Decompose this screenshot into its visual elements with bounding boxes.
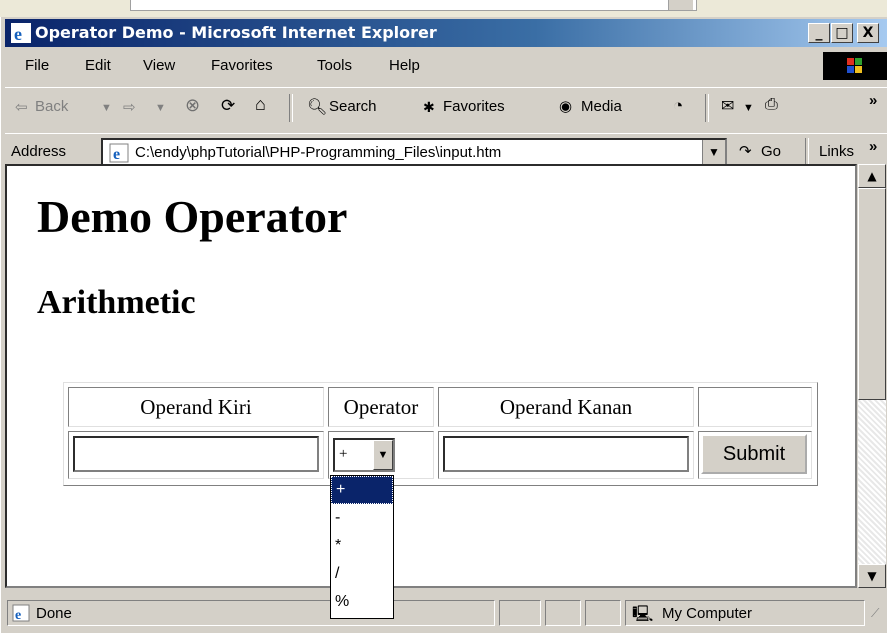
operator-option-multiply[interactable]: * — [331, 532, 393, 560]
mail-dropdown-icon: ▼ — [743, 102, 754, 114]
menu-bar: File Edit View Favorites Tools Help — [5, 51, 887, 81]
address-label: Address — [11, 143, 67, 160]
operator-form-table: Operand Kiri Operator Operand Kanan + ▼ … — [63, 382, 818, 486]
operator-option-divide[interactable]: / — [331, 560, 393, 588]
computer-icon: 🖳 — [632, 606, 654, 623]
operator-option-plus[interactable]: + — [331, 476, 393, 504]
forward-dropdown-icon: ▼ — [155, 102, 166, 114]
search-icon: 🔍︎ — [307, 99, 328, 116]
page-subheading: Arithmetic — [37, 284, 196, 321]
cell-operand-kanan — [438, 431, 694, 479]
background-window-field — [130, 0, 697, 11]
cell-submit: Submit — [698, 431, 812, 479]
menu-view[interactable]: View — [143, 57, 175, 74]
forward-button-icon[interactable]: ⇨ — [123, 98, 136, 116]
address-dropdown-icon[interactable]: ▼ — [702, 140, 725, 164]
maximize-button[interactable]: □ — [831, 23, 853, 43]
svg-text:e: e — [113, 146, 120, 163]
close-button[interactable]: X — [857, 23, 879, 43]
menu-tools[interactable]: Tools — [317, 57, 352, 74]
go-arrow-icon: ↷ — [739, 143, 752, 160]
back-dropdown-icon: ▼ — [101, 102, 112, 114]
menu-edit[interactable]: Edit — [85, 57, 111, 74]
favorites-icon: ✱ — [423, 99, 435, 115]
search-button[interactable]: Search — [329, 98, 377, 115]
scroll-thumb[interactable] — [858, 188, 886, 400]
links-chevron[interactable]: » — [869, 138, 877, 155]
operator-selected-value: + — [339, 446, 348, 462]
status-bar: e Done 🖳 My Computer ⟋ — [5, 598, 887, 630]
cell-operator: + ▼ — [328, 431, 434, 479]
submit-button[interactable]: Submit — [701, 434, 807, 474]
toolbar-separator — [805, 138, 809, 166]
status-zone: My Computer — [662, 605, 753, 622]
home-icon[interactable]: ⌂ — [255, 94, 266, 115]
operator-option-minus[interactable]: - — [331, 504, 393, 532]
window-title: Operator Demo - Microsoft Internet Explo… — [35, 23, 437, 42]
refresh-icon[interactable]: ⟳ — [221, 96, 235, 116]
media-button[interactable]: Media — [581, 98, 622, 115]
header-operator: Operator — [328, 387, 434, 427]
page-icon: e — [109, 143, 129, 163]
title-bar[interactable]: e Operator Demo - Microsoft Internet Exp… — [5, 19, 887, 47]
header-empty — [698, 387, 812, 427]
svg-text:e: e — [14, 24, 22, 43]
header-operand-kiri: Operand Kiri — [68, 387, 324, 427]
scroll-up-icon[interactable]: ▲ — [858, 164, 886, 188]
operator-option-modulo[interactable]: % — [331, 588, 393, 616]
background-window-control — [668, 0, 693, 10]
header-operand-kanan: Operand Kanan — [438, 387, 694, 427]
status-panel — [545, 600, 581, 626]
print-icon[interactable]: ⎙ — [765, 96, 778, 114]
operand-kanan-input[interactable] — [443, 436, 689, 472]
operator-dropdown-list: + - * / % — [330, 475, 394, 619]
menu-favorites[interactable]: Favorites — [211, 57, 273, 74]
links-button[interactable]: Links — [819, 143, 854, 160]
status-text: Done — [36, 605, 72, 622]
scroll-down-icon[interactable]: ▼ — [858, 564, 886, 588]
resize-grip-icon[interactable]: ⟋ — [871, 606, 879, 621]
go-button[interactable]: Go — [761, 143, 781, 160]
operator-select[interactable]: + ▼ — [333, 438, 395, 472]
ie-logo-icon: e — [11, 23, 31, 43]
vertical-scrollbar[interactable]: ▲ ▼ — [858, 164, 886, 588]
status-panel — [585, 600, 621, 626]
svg-text:e: e — [15, 608, 21, 622]
minimize-button[interactable]: _ — [808, 23, 830, 43]
status-panel — [499, 600, 541, 626]
standard-toolbar: ⇦ Back ▼ ⇨ ▼ ⊗ ⟳ ⌂ 🔍︎ Search ✱ Favorites… — [5, 87, 887, 128]
page-heading: Demo Operator — [37, 191, 348, 242]
page-done-icon: e — [12, 604, 30, 622]
address-value: C:\endy\phpTutorial\PHP-Programming_File… — [135, 144, 502, 161]
favorites-button[interactable]: Favorites — [443, 98, 505, 115]
operand-kiri-input[interactable] — [73, 436, 319, 472]
page-content: Demo Operator Arithmetic Operand Kiri Op… — [5, 164, 857, 588]
address-field[interactable]: e C:\endy\phpTutorial\PHP-Programming_Fi… — [101, 138, 727, 166]
toolbar-separator — [289, 94, 293, 122]
menu-file[interactable]: File — [25, 57, 49, 74]
background-window-strip — [0, 0, 887, 17]
toolbar-separator — [705, 94, 709, 122]
cell-operand-kiri — [68, 431, 324, 479]
status-zone-panel: 🖳 My Computer — [625, 600, 865, 626]
back-button[interactable]: Back — [35, 98, 68, 115]
stop-icon[interactable]: ⊗ — [185, 95, 200, 116]
back-arrow-icon: ⇦ — [15, 99, 28, 116]
history-icon[interactable]: ◔ — [673, 96, 683, 116]
browser-window: e Operator Demo - Microsoft Internet Exp… — [0, 17, 887, 633]
status-main-panel: e Done — [7, 600, 495, 626]
toolbar-chevron[interactable]: » — [869, 92, 877, 109]
mail-icon[interactable]: ✉ — [721, 96, 734, 116]
menu-help[interactable]: Help — [389, 57, 420, 74]
windows-logo-icon — [823, 52, 887, 80]
select-dropdown-icon[interactable]: ▼ — [373, 440, 393, 470]
media-icon: ◉ — [559, 98, 573, 115]
